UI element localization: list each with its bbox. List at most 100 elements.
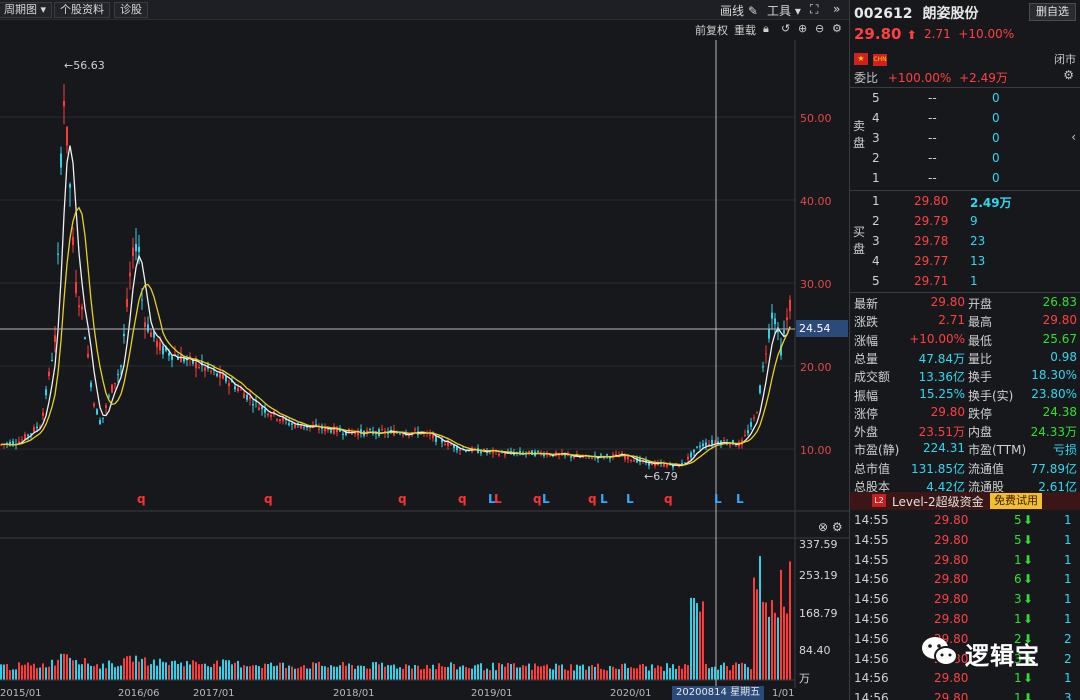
tick-volume: 6 [1014,572,1022,587]
kline-chart[interactable] [0,40,849,688]
arrow-down-icon: ⬇ [1023,612,1034,626]
tick-price: 29.80 [934,691,969,700]
volume-bar [261,667,263,680]
volume-bar [21,665,23,680]
signal-marker: q [664,492,673,506]
stat-label: 涨幅 [854,333,879,348]
stat-label: 最低 [968,333,993,348]
tick-row: 14:55 29.80 5 1 ⬇ [850,511,1080,531]
change-value: 2.71 [924,27,951,41]
volume-panel-controls: ⊗ ⚙ [818,520,843,534]
stat-row: 市盈(静) 224.31 市盈(TTM) 亏损 [850,440,1080,458]
volume-bar [378,664,380,680]
candle-body [162,346,164,355]
candle-body [132,247,134,257]
signal-marker: q [398,492,407,506]
ask-row: 3 -- 0 [850,128,1080,148]
volume-bar [501,664,503,680]
candle-body [42,412,44,416]
candle-body [753,417,755,419]
level2-banner[interactable]: L2 Level-2超级资金 免费试用 [850,492,1080,510]
stat-label: 总市值 [854,461,891,476]
zoom-in-icon[interactable]: ⊕ [798,22,807,35]
volume-bar [318,661,320,680]
volume-bar [351,664,353,680]
volume-bar [741,662,743,680]
volume-bar [225,660,227,680]
volume-bar [72,660,74,680]
close-icon[interactable]: ⊗ [818,520,828,534]
level2-badge: L2 [872,494,886,507]
double-chevron-right-icon[interactable]: » [833,2,840,16]
stat-label: 换手(实) [968,388,1014,403]
gear-icon[interactable]: ⚙ [832,520,843,534]
stock-info-button[interactable]: 个股资料 [54,2,110,18]
volume-bar [543,665,545,680]
volume-bar [516,667,518,680]
volume-bar [333,666,335,680]
volume-bar [204,663,206,680]
volume-bar [111,663,113,680]
period-select[interactable]: 周期图 ▾ [0,2,53,18]
candle-body [78,305,80,308]
volume-bar [498,663,500,680]
forward-adjust-button[interactable]: 前复权 [695,22,728,38]
quote-panel: 002612 朗姿股份 删自选 29.80 ⬆ 2.71 +10.00% ★ CHN… [850,0,1080,700]
gear-icon[interactable]: ⚙ [832,22,842,35]
undo-icon[interactable]: ↺ [781,22,790,35]
remove-watchlist-button[interactable]: 删自选 [1029,3,1076,21]
draw-line-button[interactable]: 画线 ✎ [720,2,758,19]
last-price: 29.80 ⬆ [854,25,917,43]
volume-bar [444,666,446,680]
volume-bar [192,660,194,680]
volume-bar [258,666,260,680]
volume-bar [477,664,479,680]
zoom-out-icon[interactable]: ⊖ [815,22,824,35]
diagnose-button[interactable]: 诊股 [114,2,148,18]
candle-body [105,405,107,408]
stat-value: 26.83 [1042,295,1077,309]
tick-count: 1 [1064,592,1072,607]
order-ratio-diff: +2.49万 [959,71,1008,85]
volume-bar [720,665,722,680]
level-number: 2 [872,151,880,165]
volume-bar [234,662,236,680]
candle-body [459,449,461,451]
volume-bar [270,662,272,680]
candle-body [600,454,602,456]
chevron-left-icon[interactable]: ‹ [1071,130,1076,144]
market-flags: ★ CHN [854,50,892,66]
volume-bar [612,666,614,680]
volume-bar [183,666,185,680]
volume-bar [6,663,8,680]
date-tick: 1/01 [772,688,795,699]
free-trial-button[interactable]: 免费试用 [990,493,1042,509]
stat-label: 换手 [968,370,993,385]
candle-body [99,420,101,425]
volume-bar [57,659,59,680]
stat-value: 47.84万 [918,351,965,366]
candle-body [246,394,248,400]
volume-bar [87,663,89,680]
candle-body [198,366,200,368]
volume-bar [372,662,374,680]
volume-bar [345,665,347,680]
ask-price: -- [928,131,937,145]
volume-bar [393,664,395,680]
candle-body [633,460,635,462]
volume-bar [123,658,125,680]
stat-row: 涨停 29.80 跌停 24.38 [850,404,1080,422]
stat-value: 29.80 [930,404,965,419]
lock-icon[interactable]: 🔒︎ [763,22,769,36]
crosshair-price-label: 24.54 [796,320,848,337]
volume-bar [138,661,140,680]
price-change: 2.71 +10.00% [924,27,1014,41]
gear-icon[interactable]: ⚙ [1063,68,1074,82]
candle-body [90,382,92,388]
stat-row: 最新 29.80 开盘 26.83 [850,294,1080,312]
tools-button[interactable]: 工具 ▾ [767,2,801,19]
volume-bar [36,668,38,680]
volume-bar [336,666,338,680]
fullscreen-icon[interactable]: ⛶ [810,2,818,17]
reload-button[interactable]: 重载 [734,22,756,38]
